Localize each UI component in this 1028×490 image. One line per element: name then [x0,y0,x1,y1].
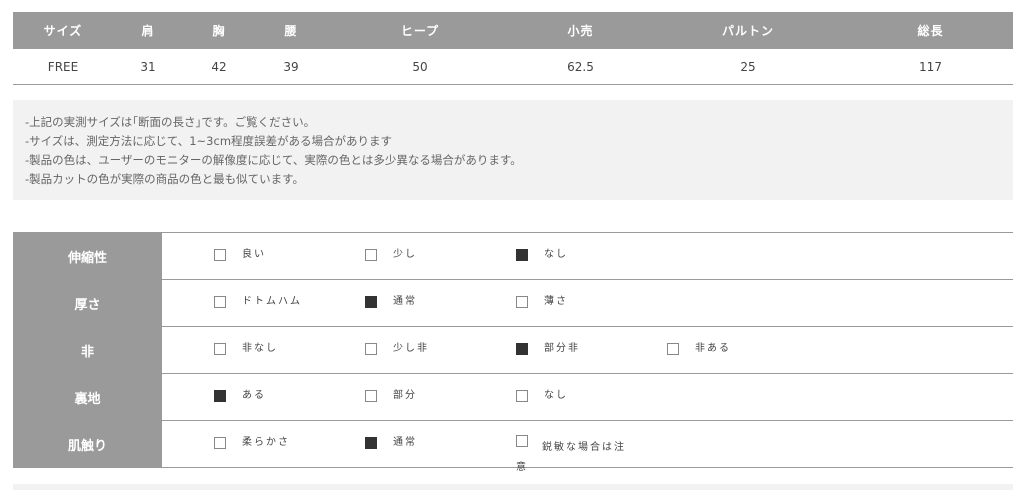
checkbox-checked-icon[interactable] [214,390,226,402]
option-label: 鋭敏な場合は注意 [516,442,626,473]
size-table: サイズ 肩 胸 腰 ヒープ 小売 パルトン 総長 FREE 31 42 39 5… [13,12,1013,85]
option-thickness-normal[interactable]: 通常 [365,296,505,308]
option-label: 非なし [242,343,278,354]
property-row-thickness: 厚さ ドトムハム 通常 薄さ [13,280,1013,327]
checkbox-icon[interactable] [214,343,226,355]
size-table-header-row: サイズ 肩 胸 腰 ヒープ 小売 パルトン 総長 [13,12,1013,49]
note-line: -上記の実測サイズは｢断面の長さ｣です。ご覧ください。 [25,115,316,129]
size-header-retail: 小売 [513,12,648,49]
option-sheer-partial[interactable]: 部分非 [516,343,656,355]
option-label: なし [544,249,568,260]
checkbox-icon[interactable] [516,435,528,447]
option-label: 部分 [393,390,417,401]
property-label: 裏地 [13,374,162,420]
option-label: 薄さ [544,296,568,307]
checkbox-icon[interactable] [365,390,377,402]
option-sheer-yes[interactable]: 非ある [667,343,807,355]
retail-value: 62.5 [513,49,648,85]
option-texture-sensitive[interactable]: 鋭敏な場合は注意 [516,435,626,475]
option-lining-yes[interactable]: ある [214,390,354,402]
property-label: 肌触り [13,421,162,467]
fabric-properties-table: 伸縮性 良い 少し なし 厚さ ドトムハム 通常 薄さ 非 非なし 少し非 部分… [13,232,1013,473]
size-header-waist: 腰 [255,12,327,49]
option-label: ある [242,390,266,401]
option-label: 少し [393,249,417,260]
note-line: -製品カットの色が実際の商品の色と最も似ています。 [25,172,304,186]
note-line: -サイズは、測定方法に応じて、1~3cm程度誤差がある場合があります [25,134,393,148]
option-label: 柔らかさ [242,437,290,448]
option-lining-partial[interactable]: 部分 [365,390,505,402]
option-label: なし [544,390,568,401]
property-options: 非なし 少し非 部分非 非ある [162,327,1013,373]
option-sheer-little[interactable]: 少し非 [365,343,505,355]
option-label: ドトムハム [242,296,302,307]
property-options: ドトムハム 通常 薄さ [162,280,1013,326]
checkbox-checked-icon[interactable] [365,437,377,449]
size-value: FREE [13,49,113,85]
checkbox-icon[interactable] [365,249,377,261]
checkbox-checked-icon[interactable] [516,343,528,355]
option-stretch-none[interactable]: なし [516,249,656,261]
waist-value: 39 [255,49,327,85]
property-options: ある 部分 なし [162,374,1013,420]
option-label: 部分非 [544,343,580,354]
option-stretch-good[interactable]: 良い [214,249,354,261]
property-row-texture: 肌触り 柔らかさ 通常 鋭敏な場合は注意 [13,421,1013,473]
note-line: -製品の色は、ユーザーのモニターの解像度に応じて、実際の色とは多少異なる場合があ… [25,153,522,167]
option-label: 少し非 [393,343,429,354]
property-row-sheer: 非 非なし 少し非 部分非 非ある [13,327,1013,374]
checkbox-icon[interactable] [214,296,226,308]
option-texture-normal[interactable]: 通常 [365,437,505,449]
property-options: 良い 少し なし [162,233,1013,279]
property-label: 伸縮性 [13,233,162,279]
option-thickness-thick[interactable]: ドトムハム [214,296,354,308]
property-label: 非 [13,327,162,373]
size-header-paruton: パルトン [648,12,848,49]
property-options: 柔らかさ 通常 鋭敏な場合は注意 [162,421,1013,473]
property-row-lining: 裏地 ある 部分 なし [13,374,1013,421]
option-label: 非ある [695,343,731,354]
checkbox-icon[interactable] [516,296,528,308]
chest-value: 42 [183,49,255,85]
option-label: 通常 [393,437,417,448]
size-header-hip: ヒープ [327,12,513,49]
option-texture-soft[interactable]: 柔らかさ [214,437,354,449]
option-stretch-little[interactable]: 少し [365,249,505,261]
size-header-size: サイズ [13,12,113,49]
property-row-stretch: 伸縮性 良い 少し なし [13,233,1013,280]
hip-value: 50 [327,49,513,85]
option-lining-none[interactable]: なし [516,390,656,402]
shoulder-value: 31 [113,49,183,85]
checkbox-icon[interactable] [667,343,679,355]
checkbox-icon[interactable] [214,249,226,261]
checkbox-icon[interactable] [214,437,226,449]
total-length-value: 117 [848,49,1013,85]
option-thickness-thin[interactable]: 薄さ [516,296,656,308]
checkbox-checked-icon[interactable] [516,249,528,261]
option-sheer-none[interactable]: 非なし [214,343,354,355]
size-header-shoulder: 肩 [113,12,183,49]
option-label: 良い [242,249,266,260]
size-table-row: FREE 31 42 39 50 62.5 25 117 [13,49,1013,85]
checkbox-icon[interactable] [365,343,377,355]
measurement-notes: -上記の実測サイズは｢断面の長さ｣です。ご覧ください。 -サイズは、測定方法に応… [13,100,1013,200]
checkbox-icon[interactable] [516,390,528,402]
checkbox-checked-icon[interactable] [365,296,377,308]
paruton-value: 25 [648,49,848,85]
option-label: 通常 [393,296,417,307]
size-header-total-length: 総長 [848,12,1013,49]
size-header-chest: 胸 [183,12,255,49]
property-label: 厚さ [13,280,162,326]
bottom-divider [13,484,1013,490]
